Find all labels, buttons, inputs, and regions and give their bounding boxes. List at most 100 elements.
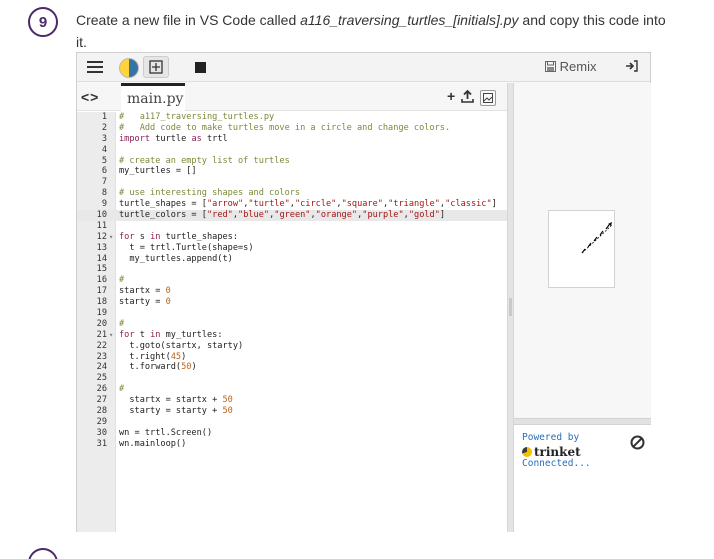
- drawing-icon[interactable]: [143, 56, 169, 78]
- console-pane: Powered by trinket Connected...: [514, 425, 651, 532]
- step-instruction: Create a new file in VS Code called a116…: [76, 9, 676, 53]
- code-text: turtle_colors = ["red","blue","green","o…: [119, 210, 446, 221]
- line-number: 6: [101, 166, 107, 177]
- line-number: 1: [101, 112, 107, 122]
- editor-tab-bar: <> main.py +: [77, 83, 507, 112]
- fold-arrow-icon[interactable]: ▾: [109, 232, 113, 243]
- python-icon[interactable]: [119, 58, 139, 78]
- code-line: 24 t.forward(50): [77, 362, 507, 373]
- code-area[interactable]: 1 # a117_traversing_turtles.py 2 # Add code…: [77, 112, 507, 532]
- code-text: wn = trtl.Screen(): [119, 427, 213, 438]
- line-number: 22: [96, 340, 107, 351]
- code-text: my_turtles = []: [119, 166, 197, 177]
- code-line: 4: [77, 145, 507, 156]
- file-tab-main[interactable]: main.py: [121, 83, 185, 112]
- line-number: 8: [101, 188, 107, 199]
- nav-arrows-icon[interactable]: <>: [81, 89, 99, 105]
- code-text: for t in my_turtles:: [119, 329, 223, 340]
- code-line: 3 import turtle as trtl: [77, 134, 507, 145]
- line-number: 9: [101, 199, 107, 210]
- code-text: t.forward(50): [119, 362, 197, 373]
- line-number: 12: [96, 231, 107, 242]
- line-number: 28: [96, 406, 107, 417]
- upload-icon[interactable]: [461, 89, 474, 106]
- code-line: 21 ▾ for t in my_turtles:: [77, 330, 507, 341]
- line-number: 2: [101, 122, 107, 133]
- code-line: 29: [77, 417, 507, 428]
- line-number: 7: [101, 177, 107, 188]
- line-number: 15: [96, 264, 107, 275]
- drawing-glyph: [149, 60, 163, 74]
- line-number: 29: [96, 416, 107, 427]
- code-text: # Add code to make turtles move in a cir…: [119, 122, 451, 133]
- code-line: 20 #: [77, 319, 507, 330]
- line-number: 10: [96, 210, 107, 221]
- code-text: #: [119, 318, 125, 329]
- code-text: #: [119, 384, 125, 395]
- trinket-logo-icon: [522, 447, 532, 457]
- code-line: 5 # create an empty list of turtles: [77, 156, 507, 167]
- code-line: 30 wn = trtl.Screen(): [77, 428, 507, 439]
- code-line: 2 # Add code to make turtles move in a ci…: [77, 123, 507, 134]
- code-text: t.goto(startx, starty): [119, 340, 244, 351]
- menu-icon[interactable]: [87, 59, 103, 75]
- code-line: 31 wn.mainloop(): [77, 439, 507, 450]
- horizontal-splitter[interactable]: [514, 418, 651, 425]
- code-text: # a117_traversing_turtles.py: [119, 112, 275, 122]
- stop-icon[interactable]: [195, 62, 206, 73]
- code-text: my_turtles.append(t): [119, 253, 233, 264]
- code-text: for s in turtle_shapes:: [119, 231, 239, 242]
- code-line: 25: [77, 373, 507, 384]
- trinket-toolbar: Remix: [77, 53, 650, 82]
- code-line: 1 # a117_traversing_turtles.py: [77, 112, 507, 123]
- trinket-logo[interactable]: trinket: [522, 445, 581, 459]
- code-line: 10 turtle_colors = ["red","blue","green",…: [77, 210, 507, 221]
- code-text: t = trtl.Turtle(shape=s): [119, 242, 254, 253]
- powered-by-label: Powered by: [522, 432, 580, 443]
- turtle-canvas: [548, 210, 615, 288]
- line-number: 31: [96, 438, 107, 449]
- line-number: 3: [101, 133, 107, 144]
- line-number: 20: [96, 318, 107, 329]
- line-number: 11: [96, 220, 107, 231]
- code-text: # create an empty list of turtles: [119, 155, 290, 166]
- vertical-splitter[interactable]: [507, 83, 514, 532]
- line-number: 4: [101, 144, 107, 155]
- remix-button[interactable]: Remix: [545, 59, 596, 74]
- code-line: 23 t.right(45): [77, 352, 507, 363]
- image-icon[interactable]: [480, 90, 497, 106]
- trinket-embed: Remix <> main.py + 1 # a117_traversing_tu…: [76, 52, 651, 532]
- remix-icon: [545, 61, 556, 72]
- code-line: 7: [77, 177, 507, 188]
- code-line: 16 #: [77, 275, 507, 286]
- code-text: import turtle as trtl: [119, 133, 228, 144]
- trinket-brand-name: trinket: [534, 445, 581, 459]
- code-line: 11: [77, 221, 507, 232]
- line-number: 14: [96, 253, 107, 264]
- line-number: 16: [96, 275, 107, 286]
- line-number: 26: [96, 384, 107, 395]
- line-number: 13: [96, 242, 107, 253]
- fold-arrow-icon[interactable]: ▾: [109, 330, 113, 341]
- line-number: 24: [96, 362, 107, 373]
- code-text: turtle_shapes = ["arrow","turtle","circl…: [119, 199, 497, 210]
- line-number: 18: [96, 297, 107, 308]
- code-text: starty = 0: [119, 297, 171, 308]
- code-line: 14 my_turtles.append(t): [77, 254, 507, 265]
- code-line: 18 starty = 0: [77, 297, 507, 308]
- code-line: 12 ▾ for s in turtle_shapes:: [77, 232, 507, 243]
- cancel-icon[interactable]: [630, 435, 645, 450]
- code-line: 28 starty = starty + 50: [77, 406, 507, 417]
- remix-label: Remix: [559, 59, 597, 74]
- code-text: startx = startx + 50: [119, 395, 233, 406]
- line-number: 23: [96, 351, 107, 362]
- code-line: 27 startx = startx + 50: [77, 395, 507, 406]
- step-number-badge: 9: [28, 7, 58, 37]
- code-line: 17 startx = 0: [77, 286, 507, 297]
- line-number: 27: [96, 395, 107, 406]
- code-text: wn.mainloop(): [119, 438, 187, 449]
- login-icon[interactable]: [625, 60, 638, 75]
- code-line: 15: [77, 264, 507, 275]
- code-editor-pane: <> main.py + 1 # a117_traversing_turtles.…: [77, 83, 507, 532]
- add-file-icon[interactable]: +: [447, 89, 455, 106]
